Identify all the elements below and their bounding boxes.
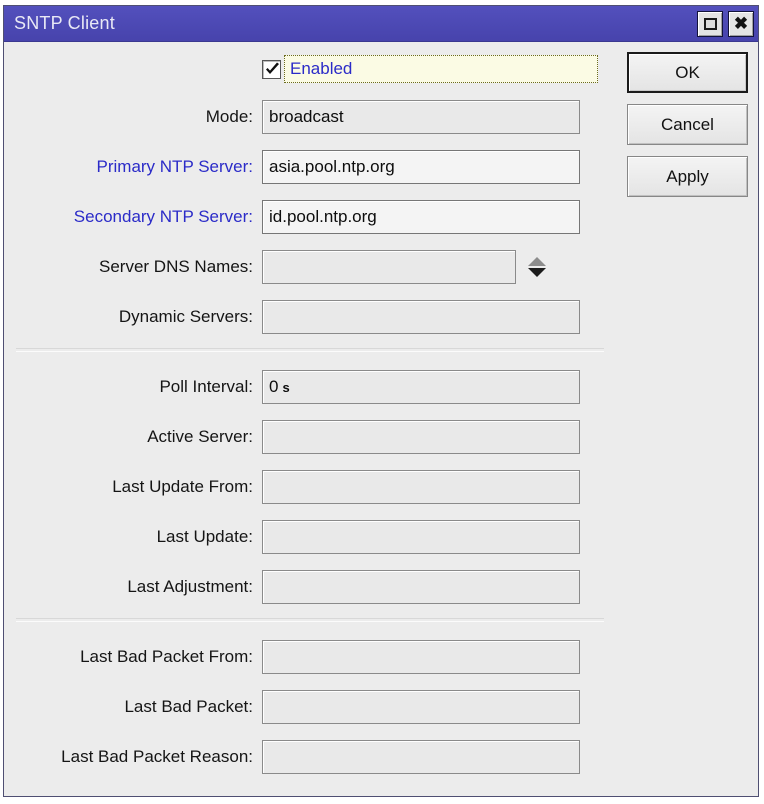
- mode-label: Mode:: [205, 107, 253, 126]
- close-button[interactable]: ✖: [728, 10, 754, 37]
- poll-interval-unit: s: [282, 379, 290, 395]
- row-last-bad-packet-from: Last Bad Packet From:: [4, 638, 616, 676]
- form-column: Enabled Mode: broadcast Primary NTP Serv…: [4, 42, 616, 796]
- close-icon: ✖: [733, 14, 749, 33]
- window-controls: ✖: [697, 10, 754, 37]
- server-dns-names-input[interactable]: [262, 250, 516, 284]
- arrow-up-icon[interactable]: [528, 257, 546, 266]
- ok-button[interactable]: OK: [627, 52, 748, 93]
- poll-interval-label: Poll Interval:: [159, 377, 253, 396]
- secondary-ntp-label: Secondary NTP Server:: [73, 207, 253, 226]
- row-dynamic-servers: Dynamic Servers:: [4, 298, 616, 336]
- last-bad-packet-from-label: Last Bad Packet From:: [80, 647, 253, 666]
- secondary-ntp-input[interactable]: id.pool.ntp.org: [262, 200, 580, 234]
- last-update-input[interactable]: [262, 520, 580, 554]
- last-adjustment-input[interactable]: [262, 570, 580, 604]
- enabled-checkbox[interactable]: [262, 59, 281, 79]
- last-bad-packet-label: Last Bad Packet:: [124, 697, 253, 716]
- primary-ntp-input[interactable]: asia.pool.ntp.org: [262, 150, 580, 184]
- row-last-update: Last Update:: [4, 518, 616, 556]
- row-mode: Mode: broadcast: [4, 98, 616, 136]
- dynamic-servers-label: Dynamic Servers:: [118, 307, 253, 326]
- row-last-adjustment: Last Adjustment:: [4, 568, 616, 606]
- mode-input[interactable]: broadcast: [262, 100, 580, 134]
- row-last-bad-packet-reason: Last Bad Packet Reason:: [4, 738, 616, 776]
- row-secondary-ntp: Secondary NTP Server: id.pool.ntp.org: [4, 198, 616, 236]
- dialog-body: Enabled Mode: broadcast Primary NTP Serv…: [4, 42, 758, 796]
- last-bad-packet-input[interactable]: [262, 690, 580, 724]
- primary-ntp-label: Primary NTP Server:: [96, 157, 254, 176]
- row-active-server: Active Server:: [4, 418, 616, 456]
- last-bad-packet-reason-label: Last Bad Packet Reason:: [61, 747, 253, 766]
- last-update-label: Last Update:: [156, 527, 253, 546]
- row-last-update-from: Last Update From:: [4, 468, 616, 506]
- last-update-from-input[interactable]: [262, 470, 580, 504]
- arrow-down-icon[interactable]: [528, 268, 546, 277]
- poll-interval-input[interactable]: 0 s: [262, 370, 580, 404]
- enabled-focus-ring[interactable]: Enabled: [284, 55, 598, 83]
- last-adjustment-label: Last Adjustment:: [127, 577, 253, 596]
- separator-top: [16, 348, 604, 352]
- separator-bottom: [16, 618, 604, 622]
- checkmark-icon: [266, 62, 279, 74]
- window-title: SNTP Client: [14, 13, 115, 33]
- title-bar[interactable]: SNTP Client ✖: [4, 6, 758, 42]
- sntp-client-window: SNTP Client ✖ Enabled Mode: broadcast Pr…: [3, 5, 759, 797]
- maximize-icon: [703, 17, 717, 30]
- last-update-from-label: Last Update From:: [112, 477, 253, 496]
- button-column: OK Cancel Apply: [616, 42, 758, 796]
- row-last-bad-packet: Last Bad Packet:: [4, 688, 616, 726]
- active-server-label: Active Server:: [147, 427, 253, 446]
- server-dns-names-label: Server DNS Names:: [99, 257, 253, 276]
- apply-button[interactable]: Apply: [627, 156, 748, 197]
- row-primary-ntp: Primary NTP Server: asia.pool.ntp.org: [4, 148, 616, 186]
- active-server-input[interactable]: [262, 420, 580, 454]
- row-poll-interval: Poll Interval: 0 s: [4, 368, 616, 406]
- cancel-button[interactable]: Cancel: [627, 104, 748, 145]
- poll-interval-value: 0: [269, 377, 279, 396]
- enabled-label: Enabled: [290, 59, 353, 78]
- dynamic-servers-input[interactable]: [262, 300, 580, 334]
- last-bad-packet-from-input[interactable]: [262, 640, 580, 674]
- maximize-button[interactable]: [697, 10, 723, 37]
- server-dns-names-stepper[interactable]: [525, 252, 549, 282]
- last-bad-packet-reason-input[interactable]: [262, 740, 580, 774]
- enabled-row: Enabled: [4, 52, 616, 86]
- row-server-dns-names: Server DNS Names:: [4, 248, 616, 286]
